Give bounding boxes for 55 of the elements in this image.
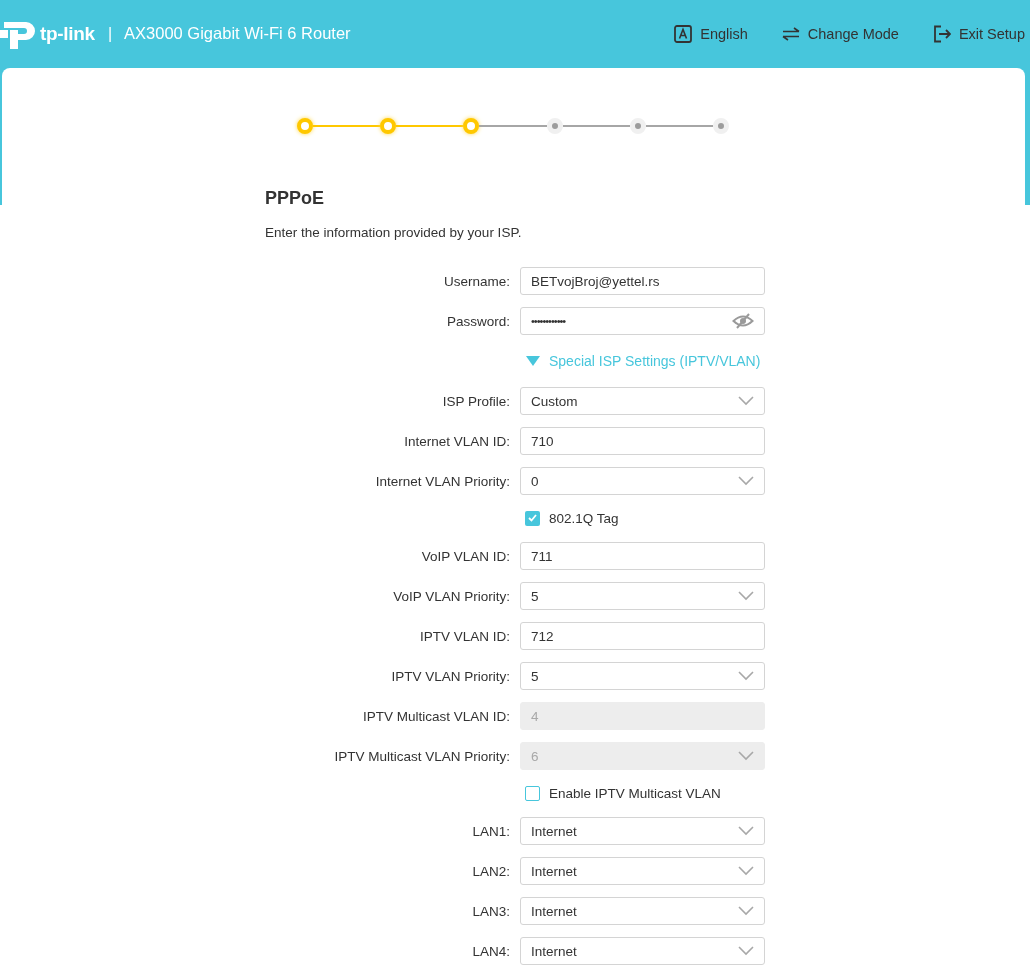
field-label: IPTV VLAN ID:: [418, 628, 510, 644]
password-field[interactable]: ••••••••••••: [520, 307, 765, 335]
chevron-down-icon: [738, 866, 754, 876]
chevron-down-icon: [738, 751, 754, 761]
chevron-down-icon: [738, 906, 754, 916]
chevron-down-icon: [738, 591, 754, 601]
select-dropdown[interactable]: 0: [520, 467, 765, 495]
header-link[interactable]: Change Mode: [781, 24, 899, 43]
field-label: IPTV Multicast VLAN ID:: [361, 708, 510, 724]
field-label: Internet VLAN Priority:: [374, 473, 510, 489]
select-dropdown[interactable]: 5: [520, 662, 765, 690]
chevron-down-icon: [738, 476, 754, 486]
select-dropdown[interactable]: Internet: [520, 817, 765, 845]
product-title: AX3000 Gigabit Wi-Fi 6 Router: [124, 24, 351, 43]
section-description: Enter the information provided by your ISP.: [265, 225, 523, 240]
checkbox-square[interactable]: [525, 785, 540, 801]
field-label: LAN2:: [471, 863, 510, 879]
logo-text: tp-link: [40, 22, 95, 45]
select-dropdown[interactable]: Internet: [520, 937, 765, 965]
separator: |: [107, 24, 113, 43]
field-label: LAN1:: [471, 823, 510, 839]
field-label: VoIP VLAN Priority:: [392, 588, 510, 604]
chevron-down-icon: [738, 946, 754, 956]
header-link[interactable]: English: [674, 24, 748, 43]
field-label: Internet VLAN ID:: [403, 433, 510, 449]
check-icon: [528, 514, 537, 522]
section-title: PPPoE: [265, 188, 326, 209]
field-label: IPTV Multicast VLAN Priority:: [333, 748, 510, 764]
field-label: LAN3:: [471, 903, 510, 919]
checkbox-square[interactable]: [525, 510, 540, 526]
checkbox[interactable]: Enable IPTV Multicast VLAN: [520, 784, 765, 802]
triangle-icon: [526, 356, 540, 366]
hide-password-icon[interactable]: [732, 313, 754, 329]
field-label: VoIP VLAN ID:: [420, 548, 510, 564]
checkbox[interactable]: 802.1Q Tag: [520, 509, 765, 527]
text-field[interactable]: 712: [520, 622, 765, 650]
select-dropdown[interactable]: 5: [520, 582, 765, 610]
chevron-down-icon: [738, 826, 754, 836]
field-label: IPTV VLAN Priority:: [390, 668, 510, 684]
field-label: LAN4:: [471, 943, 510, 959]
select-dropdown[interactable]: Internet: [520, 897, 765, 925]
select-dropdown[interactable]: Custom: [520, 387, 765, 415]
switch-arrows-icon: [781, 26, 800, 41]
select-dropdown[interactable]: Internet: [520, 857, 765, 885]
chevron-down-icon: [738, 396, 754, 406]
text-field[interactable]: 711: [520, 542, 765, 570]
exit-icon: [932, 24, 951, 43]
language-icon: [674, 24, 693, 43]
field-label: ISP Profile:: [441, 393, 510, 409]
text-field[interactable]: BETvojBroj@yettel.rs: [520, 267, 765, 295]
field-label: Password:: [445, 313, 510, 329]
field-label: Username:: [442, 273, 510, 289]
chevron-down-icon: [738, 671, 754, 681]
header-link[interactable]: Exit Setup: [932, 24, 1025, 43]
text-field[interactable]: 710: [520, 427, 765, 455]
